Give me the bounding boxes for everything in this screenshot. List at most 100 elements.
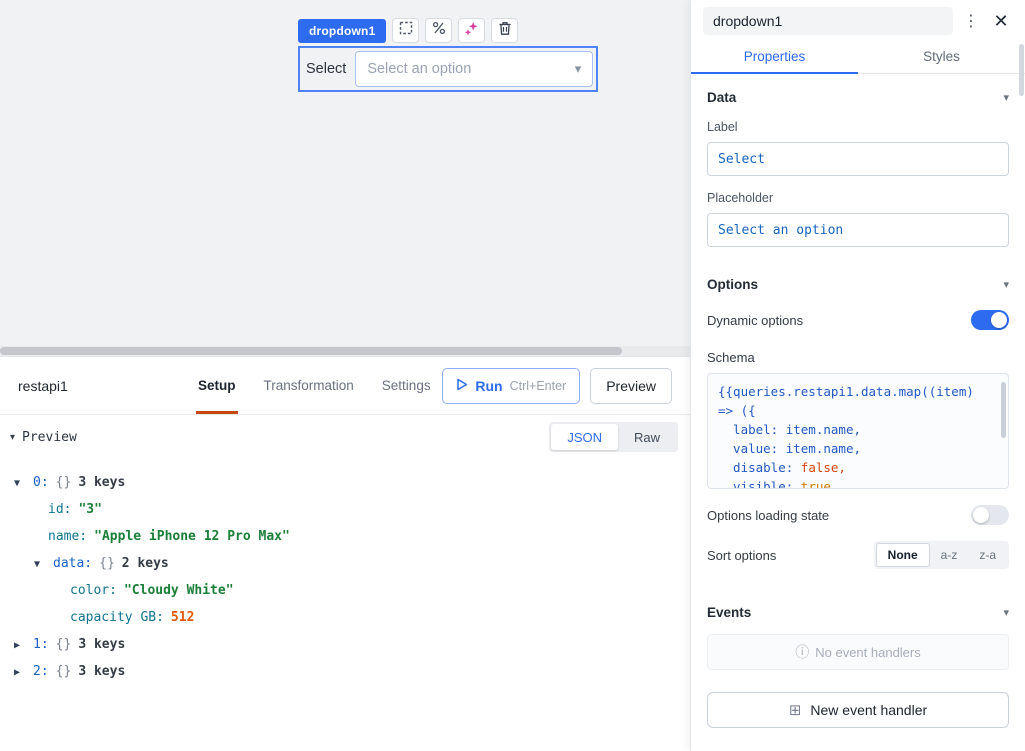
section-title: Data	[707, 90, 736, 105]
trash-icon	[498, 21, 512, 41]
section-options[interactable]: Options ▾	[707, 277, 1009, 292]
chevron-down-icon[interactable]: ▾	[1003, 606, 1009, 619]
tree-key: data:	[53, 556, 92, 571]
sort-az-button[interactable]: a-z	[930, 543, 969, 567]
tree-key: id:	[48, 502, 71, 517]
sort-za-button[interactable]: z-a	[968, 543, 1007, 567]
inspector-scrollbar[interactable]	[1019, 44, 1024, 96]
section-data[interactable]: Data ▾	[707, 90, 1009, 105]
code-line: disable: false,	[718, 458, 998, 477]
section-events[interactable]: Events ▾	[707, 605, 1009, 620]
dropdown-widget[interactable]: Select Select an option ▾	[298, 46, 598, 92]
new-event-handler-button[interactable]: ⊞ New event handler	[707, 692, 1009, 728]
dropdown-placeholder-text: Select an option	[367, 61, 471, 77]
tab-settings[interactable]: Settings	[382, 357, 431, 414]
bind-data-icon	[432, 21, 446, 40]
code-line: => ({	[718, 401, 998, 420]
scrollbar-thumb[interactable]	[0, 347, 622, 355]
tree-value: 512	[171, 610, 194, 625]
ai-sparkle-button[interactable]	[458, 18, 485, 43]
sort-none-button[interactable]: None	[876, 543, 930, 567]
options-loading-toggle[interactable]	[971, 505, 1009, 525]
query-panel: restapi1 Setup Transformation Settings R…	[0, 356, 690, 751]
mode-json[interactable]: JSON	[551, 424, 618, 450]
tree-value: "Cloudy White"	[124, 583, 234, 598]
tree-row[interactable]: ▶2:{}3 keys	[8, 664, 682, 679]
dropdown-widget-label: Select	[306, 61, 346, 77]
select-parent-icon	[399, 21, 413, 40]
ai-sparkle-icon	[464, 21, 479, 41]
mode-raw[interactable]: Raw	[618, 424, 676, 450]
delete-widget-button[interactable]	[491, 18, 518, 43]
tree-brace: {}	[56, 637, 72, 652]
expander-icon[interactable]: ▶	[14, 640, 26, 651]
chevron-down-icon[interactable]: ▾	[1003, 278, 1009, 291]
placeholder-input[interactable]: Select an option	[707, 213, 1009, 247]
response-mode-toggle: JSON Raw	[549, 422, 678, 452]
code-text: false,	[801, 460, 846, 475]
app-window: dropdown1	[0, 0, 1025, 751]
dynamic-options-toggle[interactable]	[971, 310, 1009, 330]
tab-properties[interactable]: Properties	[691, 40, 858, 73]
label-field-label: Label	[707, 120, 1009, 134]
expander-icon[interactable]: ▼	[14, 478, 26, 489]
tree-count: 2 keys	[122, 556, 169, 571]
tree-value: "Apple iPhone 12 Pro Max"	[94, 529, 290, 544]
canvas-horizontal-scrollbar[interactable]	[0, 346, 690, 356]
select-parent-button[interactable]	[392, 18, 419, 43]
bind-data-button[interactable]	[425, 18, 452, 43]
tree-key: 1:	[33, 637, 49, 652]
query-header: restapi1 Setup Transformation Settings R…	[0, 357, 690, 415]
tree-value: "3"	[78, 502, 101, 517]
tab-transformation[interactable]: Transformation	[264, 357, 354, 414]
tab-setup[interactable]: Setup	[198, 357, 236, 414]
canvas[interactable]: dropdown1	[0, 0, 690, 356]
response-title: Preview	[22, 430, 77, 445]
code-text: true	[801, 479, 831, 489]
tree-brace: {}	[99, 556, 115, 571]
run-label: Run	[475, 378, 502, 394]
chevron-down-icon[interactable]: ▾	[10, 432, 15, 443]
expander-icon[interactable]: ▶	[14, 667, 26, 678]
tree-row[interactable]: ▶ 1: {} 3 keys	[8, 637, 682, 652]
close-icon[interactable]: ✕	[989, 11, 1013, 32]
tree-row[interactable]: ▼ data: {} 2 keys	[8, 556, 682, 571]
code-line: label: item.name,	[718, 420, 998, 439]
tab-styles[interactable]: Styles	[858, 40, 1025, 73]
run-shortcut: Ctrl+Enter	[510, 379, 567, 393]
section-title: Options	[707, 277, 758, 292]
tree-row[interactable]: ▼0:{}3 keys	[8, 475, 682, 490]
preview-button[interactable]: Preview	[590, 368, 672, 404]
sort-options-group: None a-z z-a	[874, 541, 1009, 569]
widget-name-badge[interactable]: dropdown1	[298, 19, 386, 43]
code-scrollbar[interactable]	[1001, 382, 1006, 438]
schema-code-editor[interactable]: {{queries.restapi1.data.map((item) => ({…	[707, 373, 1009, 489]
tree-count: 3 keys	[78, 475, 125, 490]
options-loading-row: Options loading state	[707, 505, 1009, 525]
code-text: => ({	[718, 403, 756, 418]
run-button[interactable]: Run Ctrl+Enter	[442, 368, 580, 404]
code-text: item.name,	[786, 422, 861, 437]
widget-title-input[interactable]: dropdown1	[703, 7, 953, 35]
toggle-knob	[991, 312, 1007, 328]
code-text: item.name,	[786, 441, 861, 456]
kebab-menu-icon[interactable]: ⋮	[963, 11, 979, 31]
tree-brace: {}	[56, 475, 72, 490]
info-icon: ⓘ	[795, 642, 809, 662]
property-pane-body: Data ▾ Label Select Placeholder Select a…	[691, 74, 1025, 751]
dropdown-select[interactable]: Select an option ▾	[355, 51, 593, 87]
widget-toolbar: dropdown1	[298, 18, 518, 43]
json-tree: ▼0:{}3 keys id:"3" name:"Apple iPhone 12…	[0, 459, 690, 751]
tree-count: 3 keys	[78, 637, 125, 652]
property-pane-tabs: Properties Styles	[691, 40, 1025, 74]
play-icon	[456, 378, 468, 394]
label-input[interactable]: Select	[707, 142, 1009, 176]
new-event-handler-label: New event handler	[810, 702, 927, 718]
tree-row: color:"Cloudy White"	[8, 583, 682, 598]
query-name[interactable]: restapi1	[18, 378, 198, 394]
chevron-down-icon[interactable]: ▾	[1003, 91, 1009, 104]
tree-key: capacity GB:	[70, 610, 164, 625]
code-text: value:	[718, 441, 786, 456]
placeholder-field-label: Placeholder	[707, 191, 1009, 205]
expander-icon[interactable]: ▼	[34, 559, 46, 570]
